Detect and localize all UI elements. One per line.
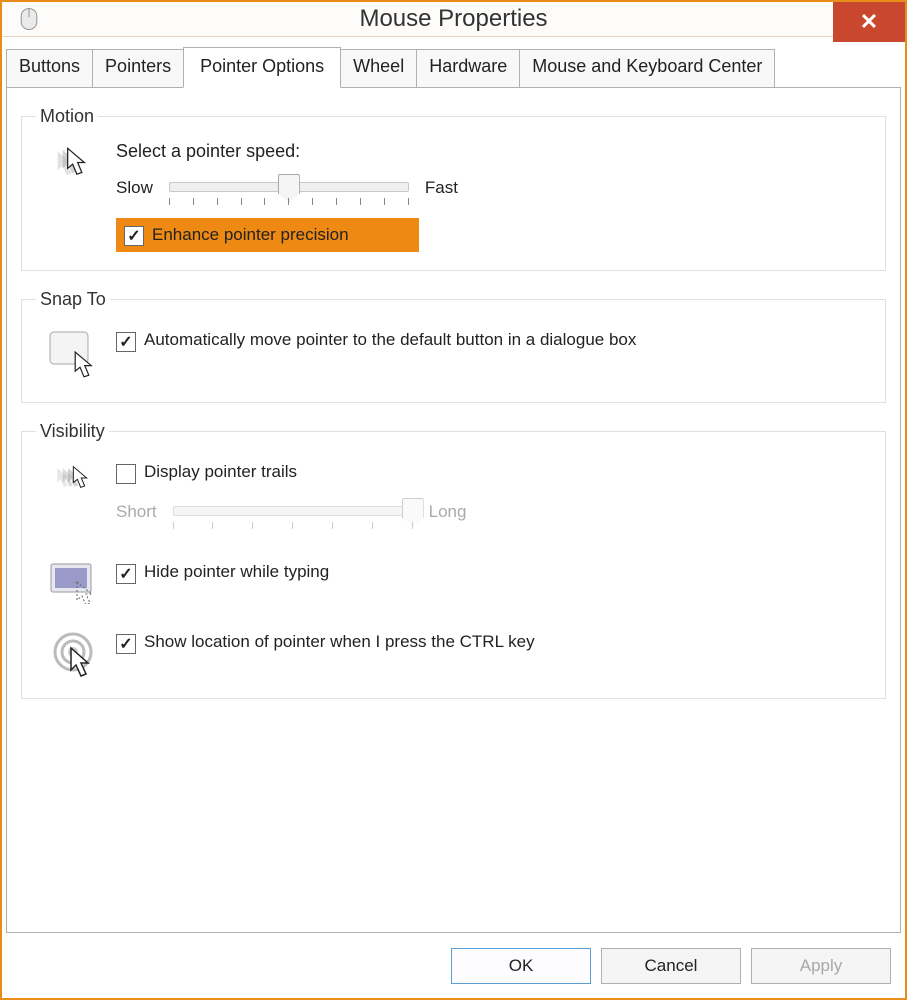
trails-checkbox[interactable] (116, 464, 136, 484)
tab-pointer-options[interactable]: Pointer Options (183, 47, 341, 88)
close-button[interactable]: ✕ (833, 2, 905, 42)
slow-label: Slow (116, 178, 153, 198)
trails-label: Display pointer trails (144, 462, 297, 482)
ctrl-locate-icon (36, 626, 116, 680)
snapto-group: Snap To Automatically move pointer to th… (21, 289, 886, 403)
hide-typing-label: Hide pointer while typing (144, 562, 329, 582)
cancel-button[interactable]: Cancel (601, 948, 741, 984)
ok-button[interactable]: OK (451, 948, 591, 984)
close-icon: ✕ (860, 9, 878, 35)
window-title: Mouse Properties (2, 5, 905, 33)
tab-pointers[interactable]: Pointers (92, 49, 184, 90)
enhance-precision-label: Enhance pointer precision (152, 225, 349, 245)
enhance-precision-checkbox[interactable] (124, 226, 144, 246)
tab-strip: Buttons Pointers Pointer Options Wheel H… (6, 47, 901, 88)
apply-button: Apply (751, 948, 891, 984)
trails-slider (173, 496, 413, 528)
visibility-group: Visibility Display pointer tr (21, 421, 886, 699)
motion-icon (36, 141, 116, 185)
trails-icon (36, 456, 116, 500)
long-label: Long (429, 502, 467, 522)
enhance-precision-highlight: Enhance pointer precision (116, 218, 419, 252)
ctrl-locate-checkbox[interactable] (116, 634, 136, 654)
tab-hardware[interactable]: Hardware (416, 49, 520, 90)
snapto-checkbox[interactable] (116, 332, 136, 352)
tab-container: Buttons Pointers Pointer Options Wheel H… (2, 37, 905, 938)
snapto-label: Automatically move pointer to the defaul… (144, 330, 636, 350)
hide-typing-checkbox[interactable] (116, 564, 136, 584)
tab-wheel[interactable]: Wheel (340, 49, 417, 90)
titlebar: Mouse Properties ✕ (2, 2, 905, 37)
ctrl-locate-label: Show location of pointer when I press th… (144, 632, 535, 652)
motion-legend: Motion (36, 106, 98, 127)
mouse-properties-window: Mouse Properties ✕ Buttons Pointers Poin… (0, 0, 907, 1000)
motion-group: Motion Select a pointer speed: Slow (21, 106, 886, 271)
pointer-speed-label: Select a pointer speed: (116, 141, 871, 162)
hide-typing-icon (36, 556, 116, 604)
tab-buttons[interactable]: Buttons (6, 49, 93, 90)
short-label: Short (116, 502, 157, 522)
pointer-options-panel: Motion Select a pointer speed: Slow (6, 87, 901, 933)
dialog-button-row: OK Cancel Apply (2, 938, 905, 998)
pointer-speed-slider[interactable] (169, 172, 409, 204)
fast-label: Fast (425, 178, 458, 198)
tab-mouse-keyboard-center[interactable]: Mouse and Keyboard Center (519, 49, 775, 90)
snapto-icon (36, 324, 116, 384)
snapto-legend: Snap To (36, 289, 110, 310)
visibility-legend: Visibility (36, 421, 109, 442)
